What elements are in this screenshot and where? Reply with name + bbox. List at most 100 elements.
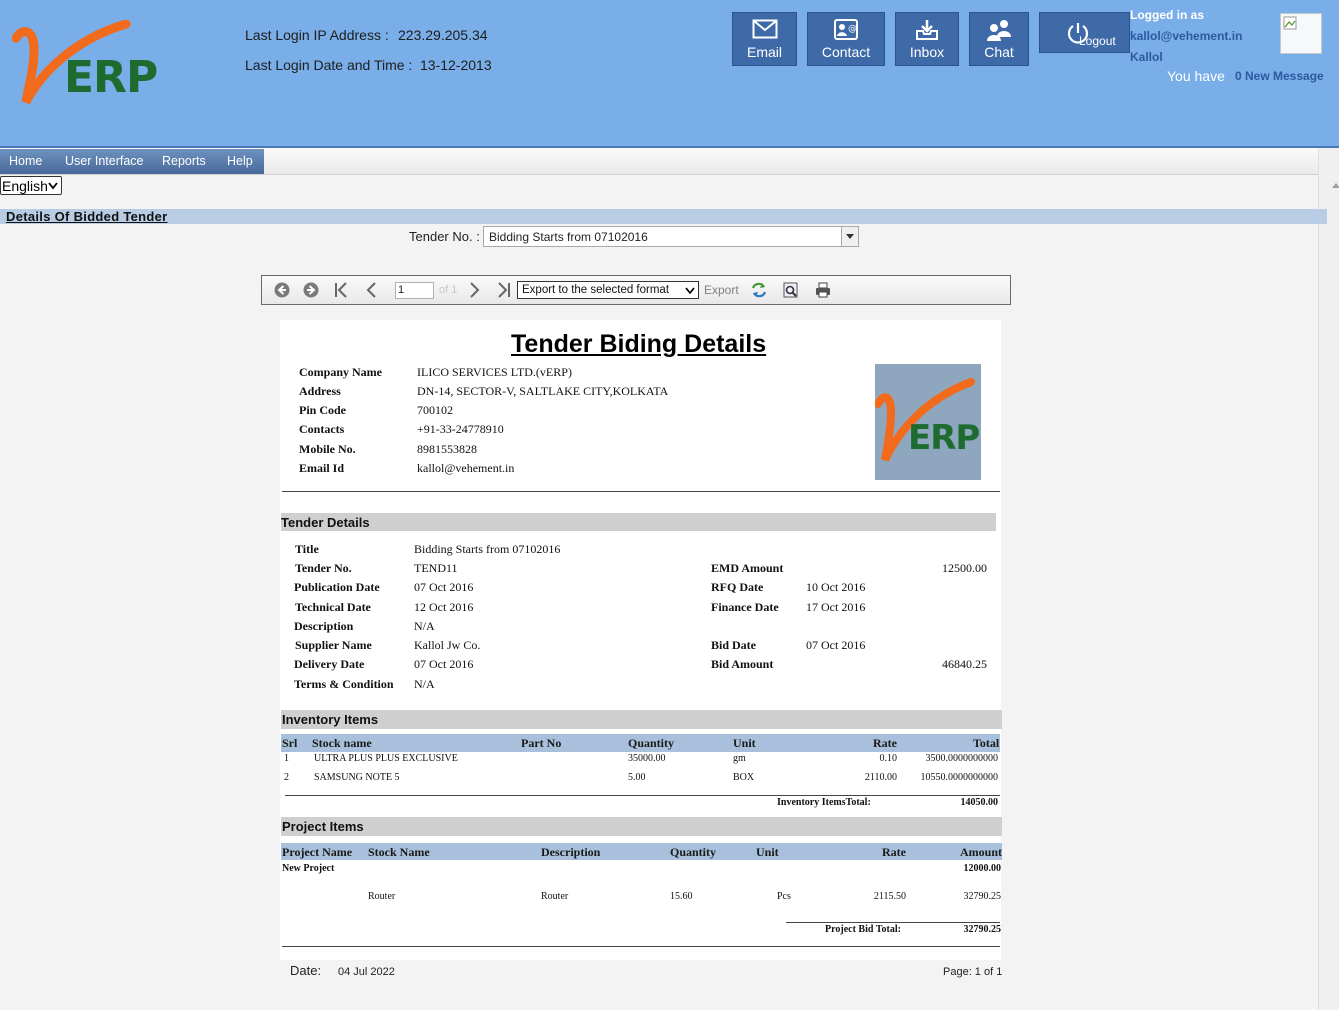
supplier-name-value: Kallol Jw Co. [414,638,481,652]
main-menu: Home User Interface Reports Help [0,149,264,174]
chevron-down-icon [48,182,58,190]
emd-amount-label: EMD Amount [711,561,784,575]
page-number-input[interactable]: 1 [395,282,434,299]
col-rate: Rate [882,845,906,859]
cell-stock-name: Router [368,891,396,902]
terms-value: N/A [414,677,435,691]
cell-srl: 1 [284,753,289,764]
email-id-label: Email Id [299,461,345,475]
email-button[interactable]: Email [732,12,797,66]
menu-item-home[interactable]: Home [9,149,42,174]
cell-amount: 32790.25 [963,891,1002,902]
chat-button[interactable]: Chat [969,12,1029,66]
email-button-label: Email [746,44,782,60]
report-logo: ERP [874,364,981,480]
previous-page-icon[interactable] [363,281,381,299]
col-stock-name: Stock Name [368,845,430,859]
tender-no-select-value: Bidding Starts from 07102016 [489,230,648,244]
logout-button[interactable]: Logout [1039,12,1130,53]
user-email-link[interactable]: kallol@vehement.in [1130,29,1242,43]
description-label: Description [294,619,354,633]
cell-quantity: 35000.00 [628,753,666,764]
forward-circle-icon[interactable] [302,281,320,299]
back-circle-icon[interactable] [273,281,291,299]
language-select-value: English [2,178,48,194]
verp-logo: ERP [11,19,172,106]
project-column-header: Project Name Stock Name Description Quan… [281,843,1002,860]
pin-code-label: Pin Code [299,403,347,417]
cell-unit: Pcs [777,891,791,902]
report-page: Tender Biding Details Company Name ILICO… [280,320,1002,960]
divider [282,491,1000,492]
inventory-total-label: Inventory ItemsTotal: [777,797,871,808]
avatar[interactable] [1280,13,1322,54]
refresh-icon[interactable] [750,281,768,299]
contact-card-icon: @ [834,19,858,40]
footer-date-label: Date: [290,963,322,978]
user-name: Kallol [1130,50,1163,64]
section-title-bar [0,209,1327,224]
next-page-icon[interactable] [465,281,483,299]
cell-rate: 0.10 [879,753,898,764]
section-title: Details Of Bidded Tender [6,209,168,224]
rfq-date-value: 10 Oct 2016 [806,580,866,594]
mobile-label: Mobile No. [299,442,356,456]
export-button[interactable]: Export [704,283,739,297]
project-heading-bar: Project Items [281,817,1002,836]
contacts-label: Contacts [299,422,345,436]
report-toolbar: 1 of 1 Export to the selected format Exp… [261,275,1011,305]
chat-people-icon [987,20,1011,41]
print-icon[interactable] [814,281,832,299]
address-label: Address [299,384,341,398]
project-group-name: New Project [282,863,335,874]
export-format-value: Export to the selected format [522,284,670,296]
rfq-date-label: RFQ Date [711,580,764,594]
title-value: Bidding Starts from 07102016 [414,542,561,556]
inbox-button[interactable]: Inbox [895,12,959,66]
contact-button[interactable]: @ Contact [807,12,885,66]
tender-details-heading: Tender Details [281,515,370,530]
scroll-up-arrow-icon[interactable] [1331,181,1339,189]
report-title: Tender Biding Details [511,330,767,358]
col-part-no: Part No [521,736,562,750]
scrollbar-right[interactable] [1318,148,1339,1010]
cell-stock-name: SAMSUNG NOTE 5 [314,772,400,783]
login-ip-value: 223.29.205.34 [398,27,488,43]
first-page-icon[interactable] [333,281,351,299]
envelope-icon [752,19,777,39]
cell-description: Router [541,891,569,902]
you-have-label: You have [1167,68,1225,84]
menu-item-reports[interactable]: Reports [162,149,206,174]
broken-image-icon [1283,16,1297,30]
supplier-name-label: Supplier Name [295,638,372,652]
tender-details-heading-bar: Tender Details [281,513,996,531]
col-rate: Rate [873,736,897,750]
emd-amount-value: 12500.00 [942,561,987,575]
cell-unit: gm [733,753,746,764]
export-format-select[interactable]: Export to the selected format [517,281,699,299]
pin-code-value: 700102 [417,403,453,417]
menu-item-user-interface[interactable]: User Interface [65,149,144,174]
last-page-icon[interactable] [494,281,512,299]
page-of-label: of 1 [439,284,458,296]
menu-item-help[interactable]: Help [227,149,253,174]
company-name-value: ILICO SERVICES LTD.(vERP) [417,365,572,379]
logged-in-as-label: Logged in as [1130,8,1205,22]
page-number-value: 1 [398,284,405,296]
divider [282,946,1000,947]
inventory-total-value: 14050.00 [960,797,999,808]
tender-no-select[interactable]: Bidding Starts from 07102016 [483,226,859,247]
tender-no-field-label: Tender No. [295,561,352,575]
new-message-link[interactable]: 0 New Message [1235,69,1324,83]
project-heading: Project Items [282,819,364,834]
tender-select-dropdown-button[interactable] [841,227,858,246]
bid-date-value: 07 Oct 2016 [806,638,866,652]
find-icon[interactable] [782,281,800,299]
publication-date-label: Publication Date [294,580,380,594]
tender-no-field-value: TEND11 [414,561,458,575]
chevron-down-icon [846,234,854,239]
col-total: Total [973,736,1000,750]
publication-date-value: 07 Oct 2016 [414,580,474,594]
language-select[interactable]: English [0,176,62,195]
footer-date-value: 04 Jul 2022 [338,966,395,978]
